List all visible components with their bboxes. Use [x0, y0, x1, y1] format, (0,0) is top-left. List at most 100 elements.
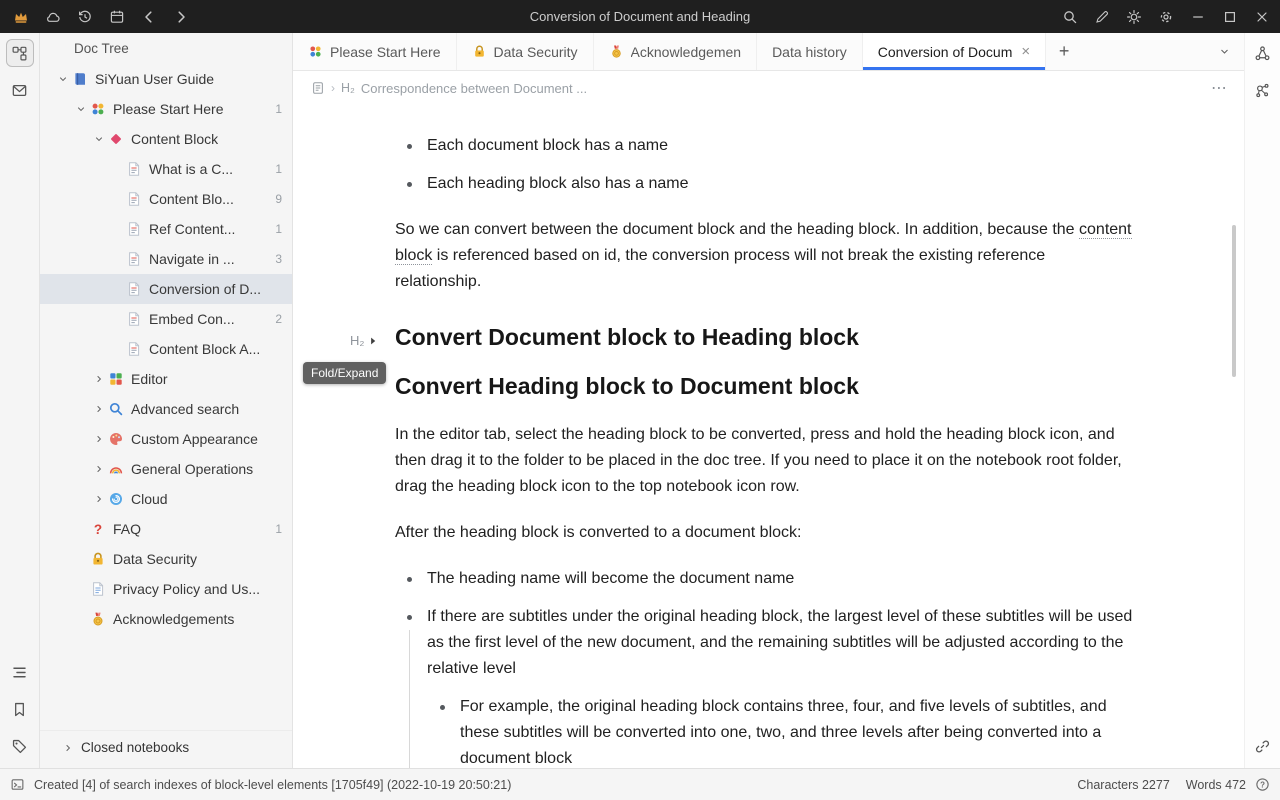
chevron-right-icon[interactable]: [90, 493, 108, 505]
tree-item-embed-con[interactable]: Embed Con...2: [40, 304, 292, 334]
chevron-right-icon[interactable]: [90, 433, 108, 445]
tag-dock-icon[interactable]: [6, 732, 34, 760]
paragraph-block[interactable]: In the editor tab, select the heading bl…: [395, 422, 1135, 500]
tab-conversion-of-docum[interactable]: Conversion of Docum ×: [863, 33, 1046, 70]
tree-item-label: Editor: [131, 371, 168, 387]
edit-pencil-icon[interactable]: [1086, 0, 1118, 33]
tree-item-faq[interactable]: ?FAQ1: [40, 514, 292, 544]
bookmark-dock-icon[interactable]: [6, 695, 34, 723]
tab-data-security[interactable]: Data Security: [457, 33, 594, 70]
graph-dock-icon[interactable]: [1249, 39, 1277, 67]
help-icon[interactable]: ?: [1255, 777, 1270, 792]
list-item[interactable]: If there are subtitles under the origina…: [395, 604, 1135, 768]
tree-item-navigate-in[interactable]: Navigate in ...3: [40, 244, 292, 274]
new-tab-button[interactable]: +: [1046, 33, 1082, 70]
window-maximize-icon[interactable]: [1214, 0, 1246, 33]
list-item-text: Each heading block also has a name: [427, 175, 689, 192]
paragraph-text: So we can convert between the document b…: [395, 221, 1079, 238]
tree-item-label: Cloud: [131, 491, 168, 507]
heading-gutter[interactable]: H₂: [350, 328, 379, 354]
breadcrumb-item[interactable]: Correspondence between Document ...: [361, 81, 587, 96]
window-minimize-icon[interactable]: [1182, 0, 1214, 33]
medal-icon: [90, 611, 106, 627]
heading-block: H₂ Convert Document block to Heading blo…: [395, 321, 1135, 353]
list-item[interactable]: The heading name will become the documen…: [395, 566, 1135, 592]
tree-item-acknowledgements[interactable]: Acknowledgements: [40, 604, 292, 634]
global-graph-dock-icon[interactable]: [1249, 76, 1277, 104]
doc-count-badge: 1: [267, 162, 282, 176]
paragraph-block[interactable]: After the heading block is converted to …: [395, 520, 1135, 546]
daily-note-calendar-icon[interactable]: [101, 0, 133, 33]
tab-menu-chevron-icon[interactable]: [1204, 33, 1244, 70]
window-close-icon[interactable]: [1246, 0, 1278, 33]
tab-please-start-here[interactable]: Please Start Here: [293, 33, 457, 70]
tree-item-label: Data Security: [113, 551, 197, 567]
outline-dock-icon[interactable]: [6, 658, 34, 686]
search-icon[interactable]: [1054, 0, 1086, 33]
tree-item-label: Privacy Policy and Us...: [113, 581, 260, 597]
tree-item-content-blo[interactable]: Content Blo...9: [40, 184, 292, 214]
general-operations-icon: [108, 461, 124, 477]
list-item[interactable]: For example, the original heading block …: [428, 694, 1135, 768]
list-item[interactable]: Each heading block also has a name: [395, 171, 1135, 197]
tree-item-conversion-of-d[interactable]: Conversion of D...: [40, 274, 292, 304]
chevron-down-icon[interactable]: [72, 103, 90, 115]
tree-item-editor[interactable]: Editor: [40, 364, 292, 394]
tab-acknowledgemen[interactable]: Acknowledgemen: [594, 33, 758, 70]
tree-item-content-block[interactable]: Content Block: [40, 124, 292, 154]
fold-arrow-icon[interactable]: [367, 335, 379, 347]
tree-item-data-security[interactable]: Data Security: [40, 544, 292, 574]
closed-notebooks-toggle[interactable]: Closed notebooks: [40, 730, 292, 768]
svg-text:?: ?: [1260, 781, 1265, 790]
tab-label: Conversion of Docum: [878, 44, 1013, 60]
list-item[interactable]: Each document block has a name: [395, 133, 1135, 159]
content-block-icon: [108, 131, 124, 147]
inbox-mail-icon[interactable]: [6, 76, 34, 104]
backlink-link-icon[interactable]: [1249, 732, 1277, 760]
tree-item-custom-appearance[interactable]: Custom Appearance: [40, 424, 292, 454]
nav-forward-icon[interactable]: [165, 0, 197, 33]
tree-item-privacy-policy-and-us[interactable]: Privacy Policy and Us...: [40, 574, 292, 604]
tree-item-please-start-here[interactable]: Please Start Here1: [40, 94, 292, 124]
paragraph-block[interactable]: So we can convert between the document b…: [395, 217, 1135, 295]
doc-tree-header[interactable]: Doc Tree: [40, 33, 292, 64]
doc-count-badge: 3: [267, 252, 282, 266]
chevron-down-icon[interactable]: [90, 133, 108, 145]
document-file-icon[interactable]: [311, 81, 325, 95]
heading-convert-document-to-heading[interactable]: Convert Document block to Heading block: [395, 321, 1135, 353]
tree-item-ref-content[interactable]: Ref Content...1: [40, 214, 292, 244]
tab-bar: Please Start HereData SecurityAcknowledg…: [293, 33, 1244, 71]
nav-back-icon[interactable]: [133, 0, 165, 33]
sync-cloud-icon[interactable]: [37, 0, 69, 33]
tab-close-icon[interactable]: ×: [1021, 43, 1030, 60]
window-title: Conversion of Document and Heading: [530, 0, 750, 33]
doc-tree-dock-icon[interactable]: [6, 39, 34, 67]
tree-item-cloud[interactable]: Cloud: [40, 484, 292, 514]
task-log-icon[interactable]: [10, 777, 25, 792]
chevron-right-icon[interactable]: [90, 403, 108, 415]
paragraph-text: is referenced based on id, the conversio…: [395, 247, 1045, 290]
settings-gear-icon[interactable]: [1150, 0, 1182, 33]
tree-item-advanced-search[interactable]: Advanced search: [40, 394, 292, 424]
appearance-mode-sun-icon[interactable]: [1118, 0, 1150, 33]
chevron-right-icon[interactable]: [90, 463, 108, 475]
tree-item-what-is-a-c[interactable]: What is a C... 1: [40, 154, 292, 184]
medal-icon: [609, 44, 624, 59]
tree-item-content-block-a[interactable]: Content Block A...: [40, 334, 292, 364]
siyuan-logo-crown-icon[interactable]: [5, 0, 37, 33]
chevron-down-icon[interactable]: [54, 73, 72, 85]
vertical-scrollbar[interactable]: [1232, 225, 1236, 377]
editor-area[interactable]: Each document block has a name Each headi…: [293, 105, 1244, 768]
data-history-icon[interactable]: [69, 0, 101, 33]
chevron-right-icon[interactable]: [90, 373, 108, 385]
heading-convert-heading-to-document[interactable]: Convert Heading block to Document block: [395, 370, 1135, 402]
tree-item-label: What is a C...: [149, 161, 233, 177]
tree-item-siyuan-user-guide[interactable]: SiYuan User Guide: [40, 64, 292, 94]
more-icon[interactable]: ⋯: [1211, 78, 1228, 98]
list-item-text: Each document block has a name: [427, 137, 668, 154]
editor-icon: [108, 371, 124, 387]
document-content: Each document block has a name Each headi…: [395, 105, 1135, 768]
tab-data-history[interactable]: Data history: [757, 33, 863, 70]
start-here-icon: [308, 44, 323, 59]
tree-item-general-operations[interactable]: General Operations: [40, 454, 292, 484]
